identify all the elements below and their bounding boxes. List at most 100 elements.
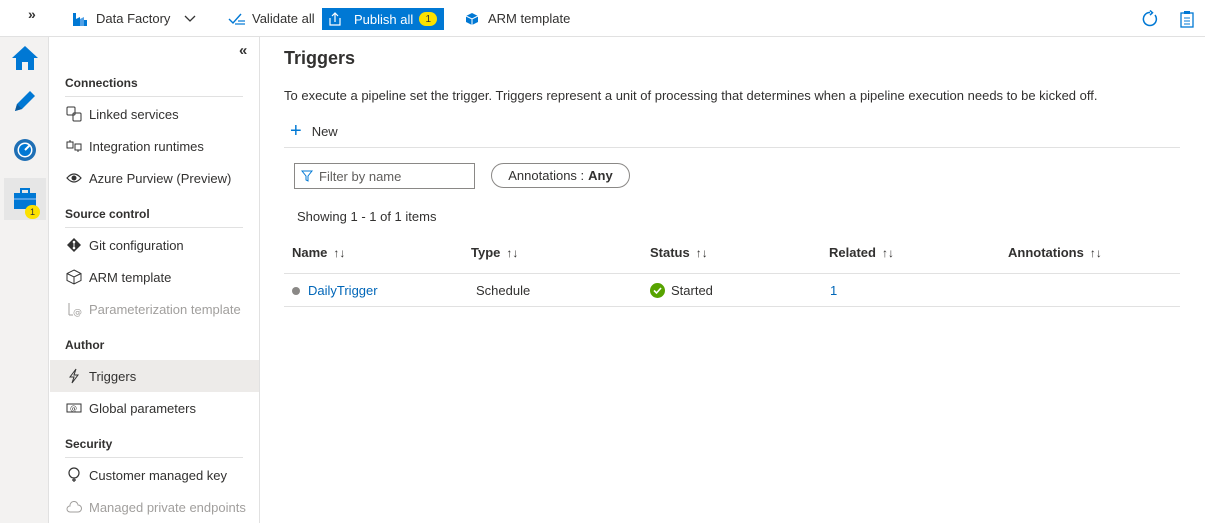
- table-row-type: Schedule: [476, 283, 531, 298]
- new-trigger-button[interactable]: + New: [290, 120, 338, 142]
- section-security: Security: [65, 437, 243, 458]
- svg-text:@: @: [73, 308, 82, 317]
- filter-icon: [301, 170, 313, 182]
- column-header-type[interactable]: Type ↑↓: [471, 245, 518, 260]
- page-title: Triggers: [284, 48, 356, 68]
- section-author: Author: [65, 338, 105, 352]
- column-header-annotations-label: Annotations: [1008, 245, 1084, 260]
- column-header-related[interactable]: Related ↑↓: [829, 245, 894, 260]
- check-circle-icon: [650, 283, 665, 298]
- nav-azure-purview-label: Azure Purview (Preview): [89, 170, 232, 186]
- chevron-down-icon: [184, 15, 196, 22]
- factory-icon: [73, 12, 87, 26]
- status-dot-icon: [292, 286, 300, 295]
- data-factory-label: Data Factory: [96, 11, 171, 26]
- eye-icon: [65, 170, 83, 186]
- rail-home[interactable]: [4, 37, 46, 79]
- nav-triggers[interactable]: Triggers: [50, 360, 259, 392]
- plus-icon: +: [290, 120, 302, 142]
- key-icon: [65, 467, 83, 483]
- collapse-nav-icon[interactable]: «: [239, 42, 247, 59]
- section-source-control: Source control: [65, 207, 243, 228]
- top-toolbar: » Data Factory Validate all Publish all …: [0, 0, 1205, 37]
- rail-author[interactable]: [4, 80, 46, 122]
- nav-customer-managed-key-label: Customer managed key: [89, 467, 228, 483]
- validate-all-button[interactable]: Validate all: [228, 0, 315, 37]
- sort-icon: ↑↓: [1089, 245, 1102, 260]
- related-link[interactable]: 1: [830, 283, 837, 298]
- validate-icon: [228, 13, 245, 25]
- toolbar-divider: [284, 147, 1180, 148]
- arm-template-icon: [465, 12, 479, 25]
- nav-global-parameters[interactable]: @ Global parameters: [50, 392, 259, 424]
- triggers-page: Triggers To execute a pipeline set the t…: [260, 37, 1205, 523]
- table-row-status: Started: [650, 283, 713, 298]
- publish-count-badge: 1: [419, 12, 438, 26]
- sort-icon: ↑↓: [506, 245, 519, 260]
- nav-integration-runtimes[interactable]: Integration runtimes: [50, 130, 259, 162]
- items-count: Showing 1 - 1 of 1 items: [297, 209, 437, 224]
- sort-icon: ↑↓: [333, 245, 346, 260]
- section-connections: Connections: [65, 76, 243, 97]
- nav-arm-template-label: ARM template: [89, 269, 172, 285]
- nav-linked-services[interactable]: Linked services: [50, 98, 259, 130]
- linked-services-icon: [65, 106, 83, 122]
- sort-icon: ↑↓: [695, 245, 708, 260]
- refresh-icon[interactable]: [1141, 10, 1159, 28]
- publish-all-button[interactable]: Publish all 1: [322, 8, 444, 30]
- nav-git-configuration-label: Git configuration: [89, 237, 184, 253]
- home-icon: [12, 46, 38, 70]
- table-row-name: DailyTrigger: [292, 283, 378, 298]
- column-header-status-label: Status: [650, 245, 690, 260]
- nav-managed-private-endpoints[interactable]: Managed private endpoints: [50, 491, 259, 523]
- monitor-gauge-icon: [14, 139, 36, 161]
- filter-by-name[interactable]: [294, 163, 475, 189]
- git-icon: [65, 237, 83, 253]
- page-description: To execute a pipeline set the trigger. T…: [284, 88, 1098, 103]
- lightning-icon: [65, 368, 83, 384]
- column-header-type-label: Type: [471, 245, 501, 260]
- validate-all-label: Validate all: [252, 11, 315, 26]
- nav-parameterization-template-label: Parameterization template: [89, 301, 241, 317]
- annotations-filter-label: Annotations :: [508, 168, 585, 183]
- annotations-filter-button[interactable]: Annotations : Any: [491, 163, 630, 188]
- svg-text:@: @: [70, 405, 77, 413]
- nav-git-configuration[interactable]: Git configuration: [50, 229, 259, 261]
- nav-customer-managed-key[interactable]: Customer managed key: [50, 459, 259, 491]
- nav-integration-runtimes-label: Integration runtimes: [89, 138, 204, 154]
- filter-input[interactable]: [319, 168, 469, 184]
- arm-template-button[interactable]: ARM template: [465, 0, 570, 37]
- publish-icon: [329, 12, 341, 26]
- nav-arm-template[interactable]: ARM template: [50, 261, 259, 293]
- column-header-name[interactable]: Name ↑↓: [292, 245, 345, 260]
- nav-azure-purview[interactable]: Azure Purview (Preview): [50, 162, 259, 194]
- global-parameters-icon: @: [65, 400, 83, 416]
- table-row-divider: [284, 306, 1180, 307]
- column-header-status[interactable]: Status ↑↓: [650, 245, 708, 260]
- column-header-annotations[interactable]: Annotations ↑↓: [1008, 245, 1102, 260]
- data-factory-dropdown[interactable]: Data Factory: [72, 0, 196, 37]
- new-trigger-label: New: [311, 123, 338, 139]
- publish-all-label: Publish all: [354, 11, 414, 27]
- nav-triggers-label: Triggers: [89, 368, 137, 384]
- status-text: Started: [671, 283, 713, 298]
- nav-parameterization-template: @ Parameterization template: [50, 293, 259, 325]
- integration-runtime-icon: [65, 138, 83, 154]
- column-header-name-label: Name: [292, 245, 328, 260]
- clipboard-icon[interactable]: [1179, 10, 1195, 28]
- left-rail: 1: [0, 37, 49, 523]
- nav-managed-private-endpoints-label: Managed private endpoints: [89, 499, 246, 515]
- annotations-filter-value: Any: [588, 168, 613, 183]
- sort-icon: ↑↓: [881, 245, 894, 260]
- manage-badge: 1: [25, 205, 40, 219]
- rail-manage[interactable]: 1: [4, 178, 46, 220]
- cloud-icon: [65, 499, 83, 515]
- trigger-name-link[interactable]: DailyTrigger: [308, 283, 378, 298]
- table-header-divider: [284, 273, 1180, 274]
- rail-monitor[interactable]: [4, 129, 46, 171]
- column-header-related-label: Related: [829, 245, 876, 260]
- expand-rail-icon[interactable]: »: [28, 6, 44, 22]
- nav-global-parameters-label: Global parameters: [89, 400, 196, 416]
- cube-icon: [65, 269, 83, 285]
- parameterization-icon: @: [65, 301, 83, 317]
